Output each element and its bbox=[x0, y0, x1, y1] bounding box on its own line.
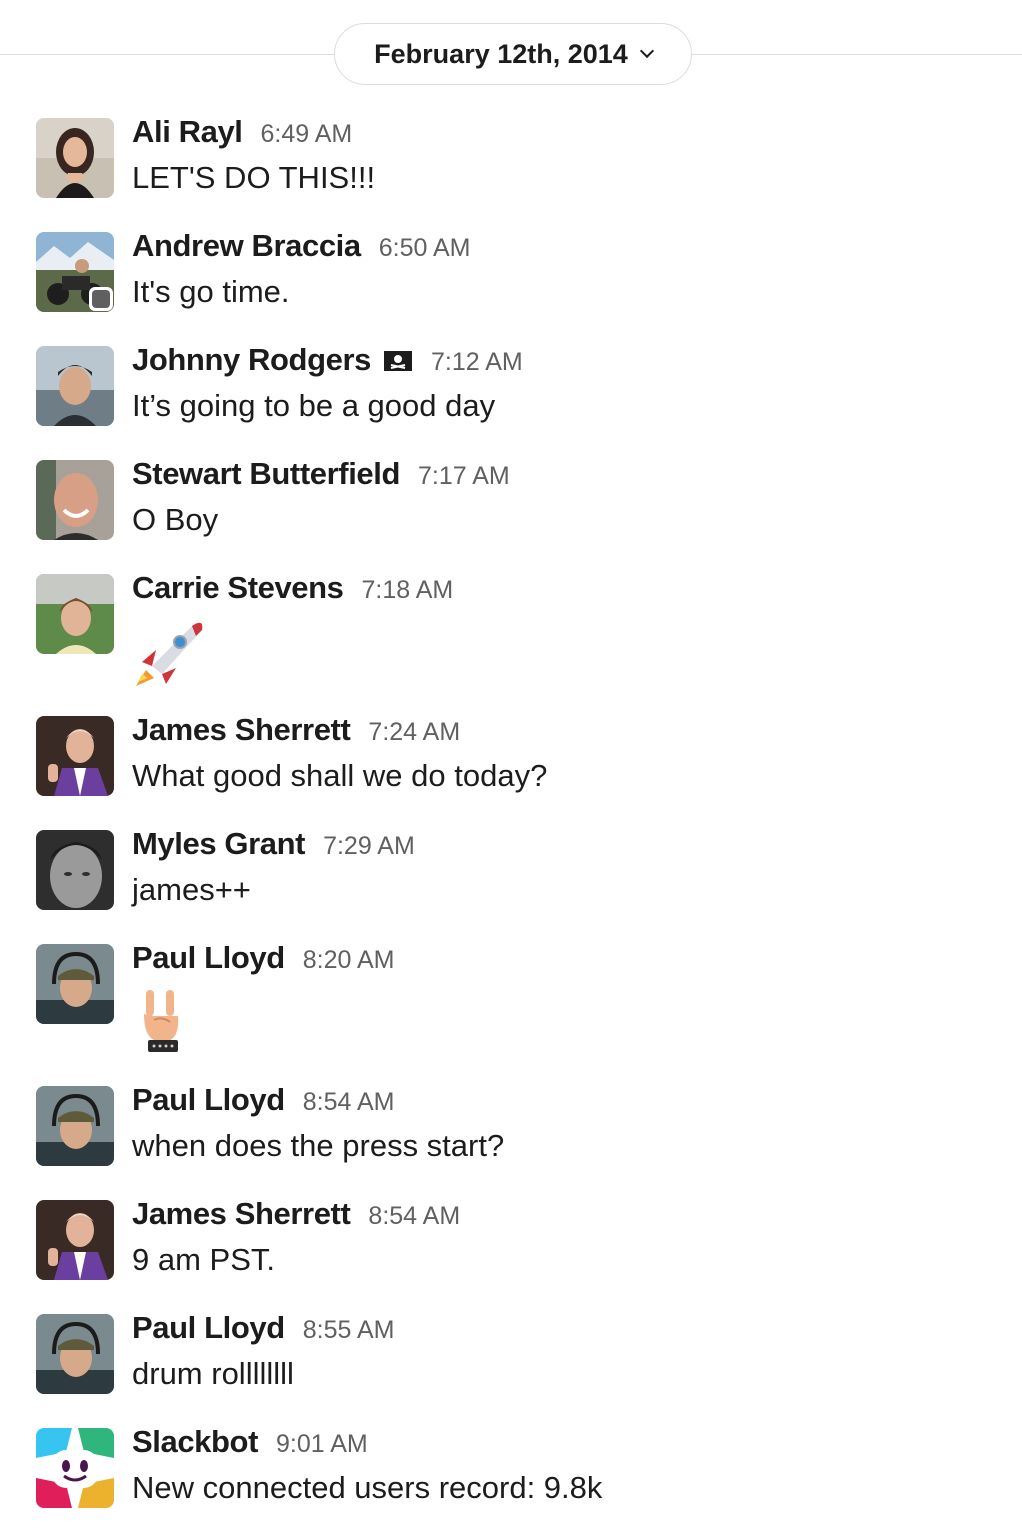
message-text: LET'S DO THIS!!! bbox=[132, 160, 376, 195]
message-text: O Boy bbox=[132, 502, 219, 537]
sender-name[interactable]: Paul Lloyd bbox=[132, 1310, 285, 1346]
message-text: james++ bbox=[132, 872, 251, 907]
message-timestamp[interactable]: 7:12 AM bbox=[431, 348, 523, 377]
date-divider-button[interactable]: February 12th, 2014 bbox=[334, 23, 692, 85]
sender-name[interactable]: Paul Lloyd bbox=[132, 1082, 285, 1118]
message-timestamp[interactable]: 8:55 AM bbox=[303, 1316, 395, 1345]
sender-name[interactable]: Myles Grant bbox=[132, 826, 305, 862]
message-text: It’s going to be a good day bbox=[132, 388, 496, 423]
date-divider-label: February 12th, 2014 bbox=[374, 38, 628, 69]
message-text: New connected users record: 9.8k bbox=[132, 1470, 603, 1505]
rocket-icon bbox=[132, 616, 453, 688]
avatar[interactable] bbox=[36, 574, 114, 654]
sender-name[interactable]: Paul Lloyd bbox=[132, 940, 285, 976]
message-text: when does the press start? bbox=[132, 1128, 505, 1163]
message-timestamp[interactable]: 8:54 AM bbox=[368, 1202, 460, 1231]
sender-name[interactable]: James Sherrett bbox=[132, 712, 351, 748]
rock-on-hand-icon bbox=[132, 986, 394, 1058]
avatar[interactable] bbox=[36, 830, 114, 910]
message-timestamp[interactable]: 6:49 AM bbox=[261, 120, 353, 149]
slackbot-avatar[interactable] bbox=[36, 1428, 114, 1508]
message-timestamp[interactable]: 8:20 AM bbox=[303, 946, 395, 975]
sender-name[interactable]: Slackbot bbox=[132, 1424, 258, 1460]
message-timestamp[interactable]: 6:50 AM bbox=[379, 234, 471, 263]
away-status-icon bbox=[89, 287, 113, 311]
avatar[interactable] bbox=[36, 118, 114, 198]
sender-name[interactable]: Johnny Rodgers bbox=[132, 342, 371, 378]
message-timestamp[interactable]: 7:24 AM bbox=[368, 718, 460, 747]
avatar[interactable] bbox=[36, 1200, 114, 1280]
message-timestamp[interactable]: 7:17 AM bbox=[418, 462, 510, 491]
avatar[interactable] bbox=[36, 1086, 114, 1166]
avatar[interactable] bbox=[36, 716, 114, 796]
message-timestamp[interactable]: 7:29 AM bbox=[323, 832, 415, 861]
message-timestamp[interactable]: 9:01 AM bbox=[276, 1430, 368, 1459]
message-text: 9 am PST. bbox=[132, 1242, 275, 1277]
sender-name[interactable]: Carrie Stevens bbox=[132, 570, 344, 606]
message-timestamp[interactable]: 8:54 AM bbox=[303, 1088, 395, 1117]
message-text: What good shall we do today? bbox=[132, 758, 548, 793]
sender-name[interactable]: Andrew Braccia bbox=[132, 228, 361, 264]
avatar[interactable] bbox=[36, 944, 114, 1024]
pirate-flag-icon bbox=[383, 350, 413, 372]
message-text: It's go time. bbox=[132, 274, 290, 309]
message-timestamp[interactable]: 7:18 AM bbox=[362, 576, 454, 605]
chevron-down-icon bbox=[639, 43, 654, 59]
message-text: drum rollllllll bbox=[132, 1356, 294, 1391]
sender-name[interactable]: Ali Rayl bbox=[132, 114, 243, 150]
sender-name[interactable]: James Sherrett bbox=[132, 1196, 351, 1232]
avatar[interactable] bbox=[36, 346, 114, 426]
avatar[interactable] bbox=[36, 460, 114, 540]
avatar[interactable] bbox=[36, 1314, 114, 1394]
sender-name[interactable]: Stewart Butterfield bbox=[132, 456, 400, 492]
